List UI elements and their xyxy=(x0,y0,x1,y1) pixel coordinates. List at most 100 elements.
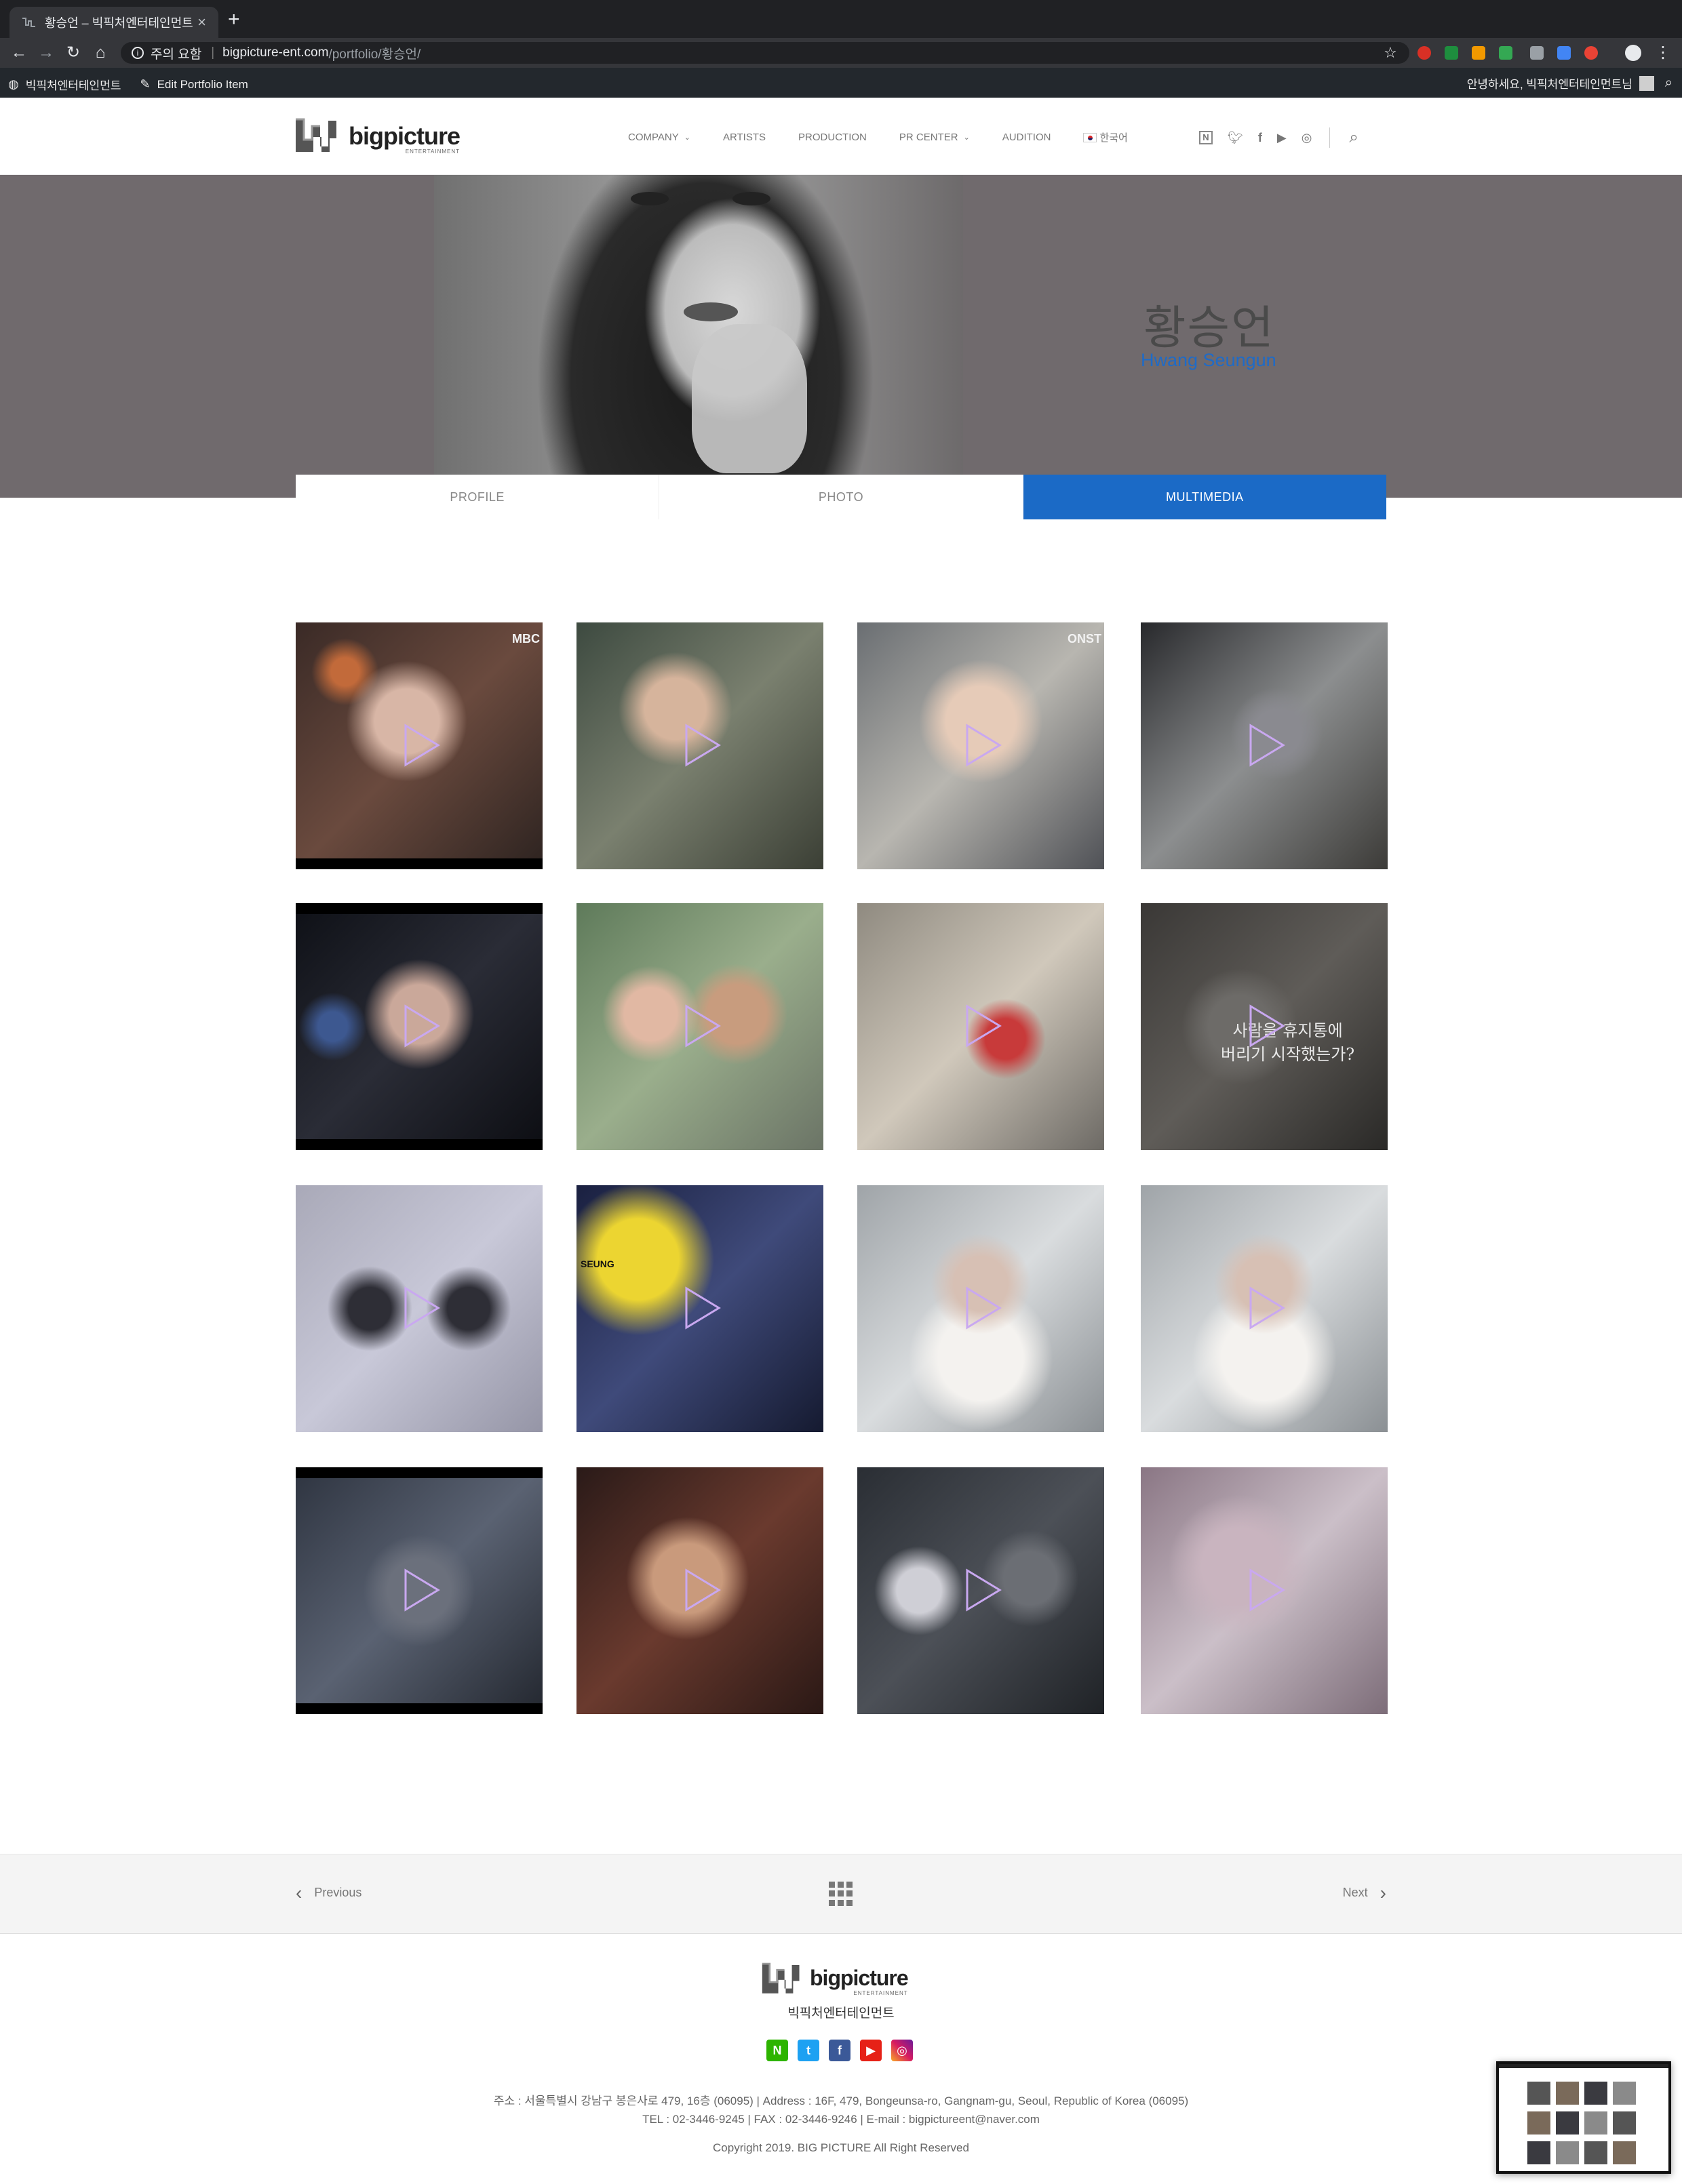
video-overlay-text: SEUNG xyxy=(581,1258,614,1269)
play-icon[interactable] xyxy=(684,1568,722,1612)
video-thumbnail[interactable] xyxy=(576,903,823,1150)
video-thumbnail[interactable] xyxy=(857,1467,1104,1714)
tab-multimedia[interactable]: MULTIMEDIA xyxy=(1023,475,1386,519)
wp-site-name: 빅픽처엔터테인먼트 xyxy=(25,79,121,92)
video-thumbnail[interactable] xyxy=(1141,622,1388,869)
instagram-icon[interactable]: ◎ xyxy=(891,2040,913,2061)
wp-greeting[interactable]: 안녕하세요, 빅픽처엔터테인먼트님 xyxy=(1467,75,1632,92)
twitter-icon[interactable]: 🐦︎ xyxy=(1228,131,1243,145)
browser-tab[interactable]: 황승언 – 빅픽처엔터테인먼트 × xyxy=(9,7,218,38)
video-thumbnail[interactable]: MBC xyxy=(296,622,543,869)
video-thumbnail[interactable] xyxy=(576,622,823,869)
site-header: bigpicture ENTERTAINMENT COMPANY ⌄ ARTIST… xyxy=(0,98,1682,175)
preview-cell xyxy=(1584,2111,1607,2135)
play-icon[interactable] xyxy=(1248,1568,1286,1612)
extension-icon[interactable] xyxy=(1530,46,1544,60)
play-icon[interactable] xyxy=(1248,1004,1286,1048)
play-icon[interactable] xyxy=(403,1568,441,1612)
video-thumbnail[interactable]: ONST xyxy=(857,622,1104,869)
video-thumbnail[interactable] xyxy=(857,903,1104,1150)
video-thumbnail[interactable] xyxy=(1141,1185,1388,1432)
previous-link[interactable]: ‹ Previous xyxy=(296,1883,361,1902)
logo-mark-icon xyxy=(762,1962,800,1993)
nav-item-production[interactable]: PRODUCTION xyxy=(798,132,867,143)
youtube-icon[interactable]: ▶ xyxy=(860,2040,882,2061)
play-icon[interactable] xyxy=(1248,1286,1286,1330)
nav-item-company[interactable]: COMPANY ⌄ xyxy=(628,132,690,143)
video-thumbnail[interactable] xyxy=(296,1185,543,1432)
naver-icon[interactable]: N xyxy=(1199,131,1213,144)
video-thumbnail[interactable] xyxy=(296,903,543,1150)
facebook-icon[interactable]: f xyxy=(829,2040,850,2061)
search-icon[interactable]: ⌕ xyxy=(1665,75,1673,91)
site-logo[interactable]: bigpicture ENTERTAINMENT xyxy=(294,117,461,155)
home-icon[interactable]: ⌂ xyxy=(91,43,110,62)
bookmark-star-icon[interactable]: ☆ xyxy=(1381,43,1400,62)
wp-edit-link[interactable]: ✎ Edit Portfolio Item xyxy=(140,77,248,92)
new-tab-icon[interactable]: + xyxy=(228,9,240,30)
artist-name-korean: 황승언 xyxy=(1143,302,1275,354)
video-thumbnail[interactable]: SEUNG xyxy=(576,1185,823,1432)
extension-icon[interactable] xyxy=(1417,46,1431,60)
avatar[interactable] xyxy=(1639,75,1654,91)
tab-profile[interactable]: PROFILE xyxy=(296,475,660,519)
play-icon[interactable] xyxy=(684,723,722,768)
footer-company-name: 빅픽처엔터테인먼트 xyxy=(787,2006,895,2021)
extension-icon[interactable] xyxy=(1499,46,1512,60)
play-icon[interactable] xyxy=(684,1286,722,1330)
play-icon[interactable] xyxy=(964,1286,1002,1330)
youtube-icon[interactable]: ▶ xyxy=(1277,131,1287,145)
grid-icon[interactable] xyxy=(829,1882,853,1906)
extension-icon[interactable] xyxy=(1584,46,1598,60)
preview-cell xyxy=(1527,2141,1550,2164)
next-link[interactable]: Next › xyxy=(1343,1883,1386,1902)
play-icon[interactable] xyxy=(964,1004,1002,1048)
extension-icon[interactable] xyxy=(1445,46,1458,60)
nav-item-artists[interactable]: ARTISTS xyxy=(723,132,766,143)
play-icon[interactable] xyxy=(1248,723,1286,768)
forward-icon[interactable]: → xyxy=(37,43,56,62)
search-icon[interactable]: ⌕ xyxy=(1349,128,1358,147)
letterbox-bar xyxy=(296,903,543,914)
naver-icon[interactable]: N xyxy=(766,2040,788,2061)
play-icon[interactable] xyxy=(684,1004,722,1048)
play-icon[interactable] xyxy=(403,1286,441,1330)
extension-icon[interactable] xyxy=(1472,46,1485,60)
tab-photo[interactable]: PHOTO xyxy=(659,475,1023,519)
play-icon[interactable] xyxy=(403,723,441,768)
header-divider xyxy=(1329,127,1331,148)
video-overlay-text: 사람을 휴지통에 버리기 시작했는가? xyxy=(1221,1021,1355,1064)
close-tab-icon[interactable]: × xyxy=(197,14,206,31)
info-icon[interactable]: i xyxy=(132,47,144,59)
security-warning[interactable]: 주의 요함 xyxy=(151,44,201,62)
play-icon[interactable] xyxy=(964,1568,1002,1612)
video-thumbnail[interactable] xyxy=(1141,1467,1388,1714)
play-icon[interactable] xyxy=(403,1004,441,1048)
browser-toolbar: ← → ↻ ⌂ i 주의 요함 | bigpicture-ent.com /po… xyxy=(0,38,1682,68)
facebook-icon[interactable]: f xyxy=(1258,131,1262,145)
video-overlay-text: MBC xyxy=(512,632,540,646)
video-thumbnail[interactable]: 사람을 휴지통에 버리기 시작했는가? xyxy=(1141,903,1388,1150)
video-thumbnail[interactable] xyxy=(296,1467,543,1714)
nav-item-language[interactable]: 한국어 xyxy=(1083,130,1128,144)
menu-kebab-icon[interactable]: ⋮ xyxy=(1654,43,1673,62)
nav-item-audition[interactable]: AUDITION xyxy=(1002,132,1051,143)
profile-avatar[interactable] xyxy=(1625,45,1641,61)
reload-icon[interactable]: ↻ xyxy=(64,43,83,62)
video-thumbnail[interactable] xyxy=(576,1467,823,1714)
wp-site-link[interactable]: ◍ 빅픽처엔터테인먼트 xyxy=(8,76,121,93)
browser-tabbar: 황승언 – 빅픽처엔터테인먼트 × + xyxy=(0,0,1682,38)
nav-item-pr-center[interactable]: PR CENTER ⌄ xyxy=(899,132,970,143)
extension-icon[interactable] xyxy=(1557,46,1571,60)
logo-mark-icon xyxy=(296,118,336,152)
preview-cell xyxy=(1556,2141,1579,2164)
video-thumbnail[interactable] xyxy=(857,1185,1104,1432)
footer-logo[interactable]: bigpicture ENTERTAINMENT xyxy=(761,1961,909,1996)
play-icon[interactable] xyxy=(964,723,1002,768)
instagram-icon[interactable]: ◎ xyxy=(1302,131,1312,145)
address-bar[interactable]: i 주의 요함 | bigpicture-ent.com /portfolio/… xyxy=(121,42,1409,64)
twitter-icon[interactable]: t xyxy=(798,2040,819,2061)
back-icon[interactable]: ← xyxy=(9,43,28,62)
site-favicon-icon xyxy=(22,18,35,27)
logo-text: bigpicture xyxy=(349,122,461,150)
